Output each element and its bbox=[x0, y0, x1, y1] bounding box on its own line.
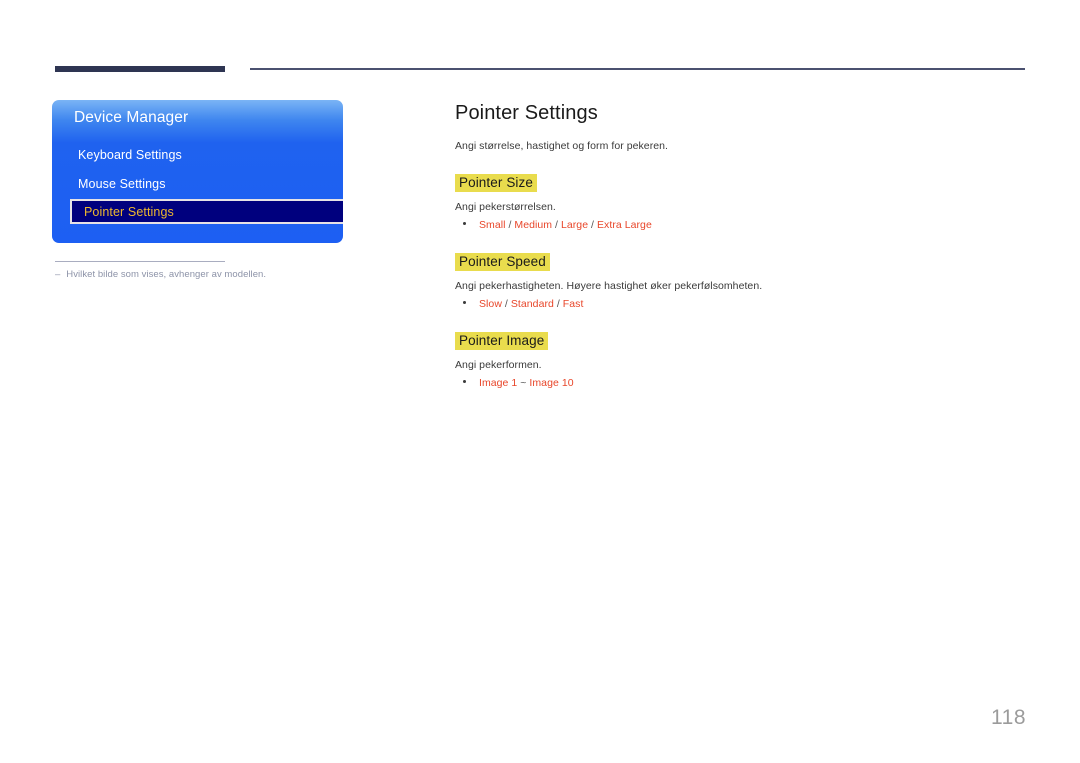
option-value: Small bbox=[479, 219, 506, 231]
section-heading: Pointer Image bbox=[455, 332, 549, 350]
section-description: Angi pekerstørrelsen. bbox=[455, 201, 556, 213]
section-options: Small / Medium / Large / Extra Large bbox=[479, 219, 652, 231]
osd-selected-label: Pointer Settings bbox=[84, 205, 174, 219]
content-column: Pointer Settings Angi størrelse, hastigh… bbox=[455, 100, 1025, 389]
option-value: Standard bbox=[510, 298, 554, 310]
option-value: Slow bbox=[479, 298, 502, 310]
bullet-dot-icon bbox=[463, 222, 466, 225]
section-pointer-speed: Pointer Speed Angi pekerhastigheten. Høy… bbox=[455, 253, 1025, 310]
section-heading: Pointer Size bbox=[455, 174, 537, 192]
section-description: Angi pekerhastigheten. Høyere hastighet … bbox=[455, 280, 763, 292]
osd-menu-item-mouse-settings[interactable]: Mouse Settings bbox=[78, 177, 166, 191]
bullet-dot-icon bbox=[463, 380, 466, 383]
section-description: Angi pekerformen. bbox=[455, 359, 542, 371]
footnote-text: Hvilket bilde som vises, avhenger av mod… bbox=[66, 269, 267, 280]
footnote-dash-icon: ‒ bbox=[55, 269, 61, 280]
list-item: Small / Medium / Large / Extra Large bbox=[455, 219, 1025, 231]
option-separator: ~ bbox=[517, 377, 530, 389]
osd-menu-item-keyboard-settings[interactable]: Keyboard Settings bbox=[78, 148, 182, 162]
bullet-dot-icon bbox=[463, 301, 466, 304]
option-value: Image 10 bbox=[529, 377, 574, 389]
option-separator: / bbox=[501, 298, 511, 310]
osd-menu-item-pointer-settings-selected[interactable]: Pointer Settings bbox=[70, 199, 343, 224]
section-pointer-image: Pointer Image Angi pekerformen. Image 1 … bbox=[455, 332, 1025, 389]
header-accent-bar bbox=[55, 66, 225, 72]
section-pointer-size: Pointer Size Angi pekerstørrelsen. Small… bbox=[455, 174, 1025, 231]
list-item: Slow / Standard / Fast bbox=[455, 298, 1025, 310]
option-value: Extra Large bbox=[597, 219, 652, 231]
section-heading: Pointer Speed bbox=[455, 253, 550, 271]
section-options: Slow / Standard / Fast bbox=[479, 298, 583, 310]
section-options: Image 1 ~ Image 10 bbox=[479, 377, 574, 389]
option-separator: / bbox=[588, 219, 597, 231]
footnote: ‒ Hvilket bilde som vises, avhenger av m… bbox=[55, 268, 355, 281]
header-divider-line bbox=[250, 68, 1025, 70]
option-separator: / bbox=[552, 219, 561, 231]
page-title: Pointer Settings bbox=[455, 102, 598, 124]
option-value: Medium bbox=[514, 219, 553, 231]
osd-menu-panel: Device Manager Keyboard Settings Mouse S… bbox=[52, 100, 343, 243]
page-intro-text: Angi størrelse, hastighet og form for pe… bbox=[455, 140, 668, 152]
osd-panel-title: Device Manager bbox=[74, 109, 189, 126]
list-item: Image 1 ~ Image 10 bbox=[455, 377, 1025, 389]
footnote-divider bbox=[55, 261, 225, 262]
page-number: 118 bbox=[991, 706, 1026, 729]
option-value: Fast bbox=[562, 298, 584, 310]
option-separator: / bbox=[553, 298, 563, 310]
option-value: Large bbox=[560, 219, 589, 231]
option-value: Image 1 bbox=[479, 377, 518, 389]
